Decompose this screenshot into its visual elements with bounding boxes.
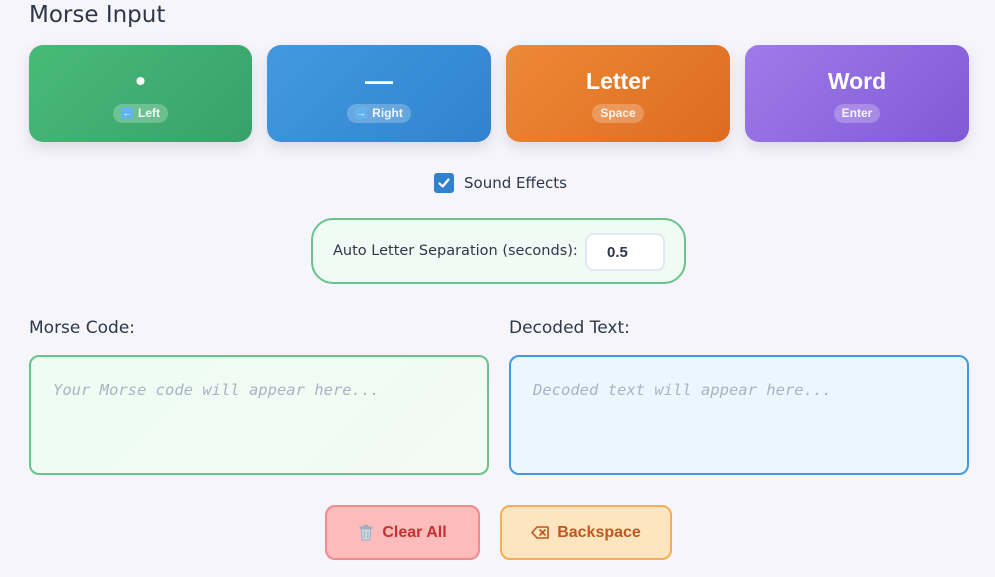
dash-button[interactable]: — → Right [267,45,491,142]
right-arrow-key-icon: → [355,107,368,119]
clear-all-button[interactable]: Clear All [325,505,480,560]
decoded-text-output[interactable] [509,355,969,475]
dot-hint-label: Left [138,105,160,120]
trash-icon [359,524,373,541]
letter-separation-label: Auto Letter Separation (seconds): [333,243,578,259]
morse-keys: • ← Left — → Right Letter Space Word Ent… [29,45,970,142]
dot-button[interactable]: • ← Left [29,45,252,142]
dot-hint: ← Left [113,103,168,123]
clear-all-label: Clear All [382,523,447,541]
backspace-button[interactable]: Backspace [500,505,672,560]
decoded-text-label: Decoded Text: [509,318,630,338]
morse-code-output[interactable] [29,355,489,475]
page-title: Morse Input [29,2,166,28]
word-label: Word [827,67,887,94]
letter-button[interactable]: Letter Space [506,45,730,142]
dot-label: • [135,64,146,96]
letter-label: Letter [586,67,650,94]
letter-separation-panel: Auto Letter Separation (seconds): [311,218,686,284]
letter-hint: Space [592,103,644,123]
dash-hint: → Right [347,103,411,123]
morse-code-label: Morse Code: [29,318,136,338]
sound-effects-toggle[interactable]: Sound Effects [434,173,567,193]
dash-label: — [365,64,393,96]
word-hint: Enter [833,103,881,123]
backspace-label: Backspace [557,523,641,541]
letter-separation-input[interactable] [585,233,665,271]
checkmark-icon [438,178,450,188]
sound-effects-label: Sound Effects [464,174,567,192]
sound-effects-checkbox[interactable] [434,173,454,193]
word-button[interactable]: Word Enter [745,45,969,142]
backspace-icon [531,526,549,539]
left-arrow-key-icon: ← [121,107,133,119]
dash-hint-label: Right [372,105,403,120]
